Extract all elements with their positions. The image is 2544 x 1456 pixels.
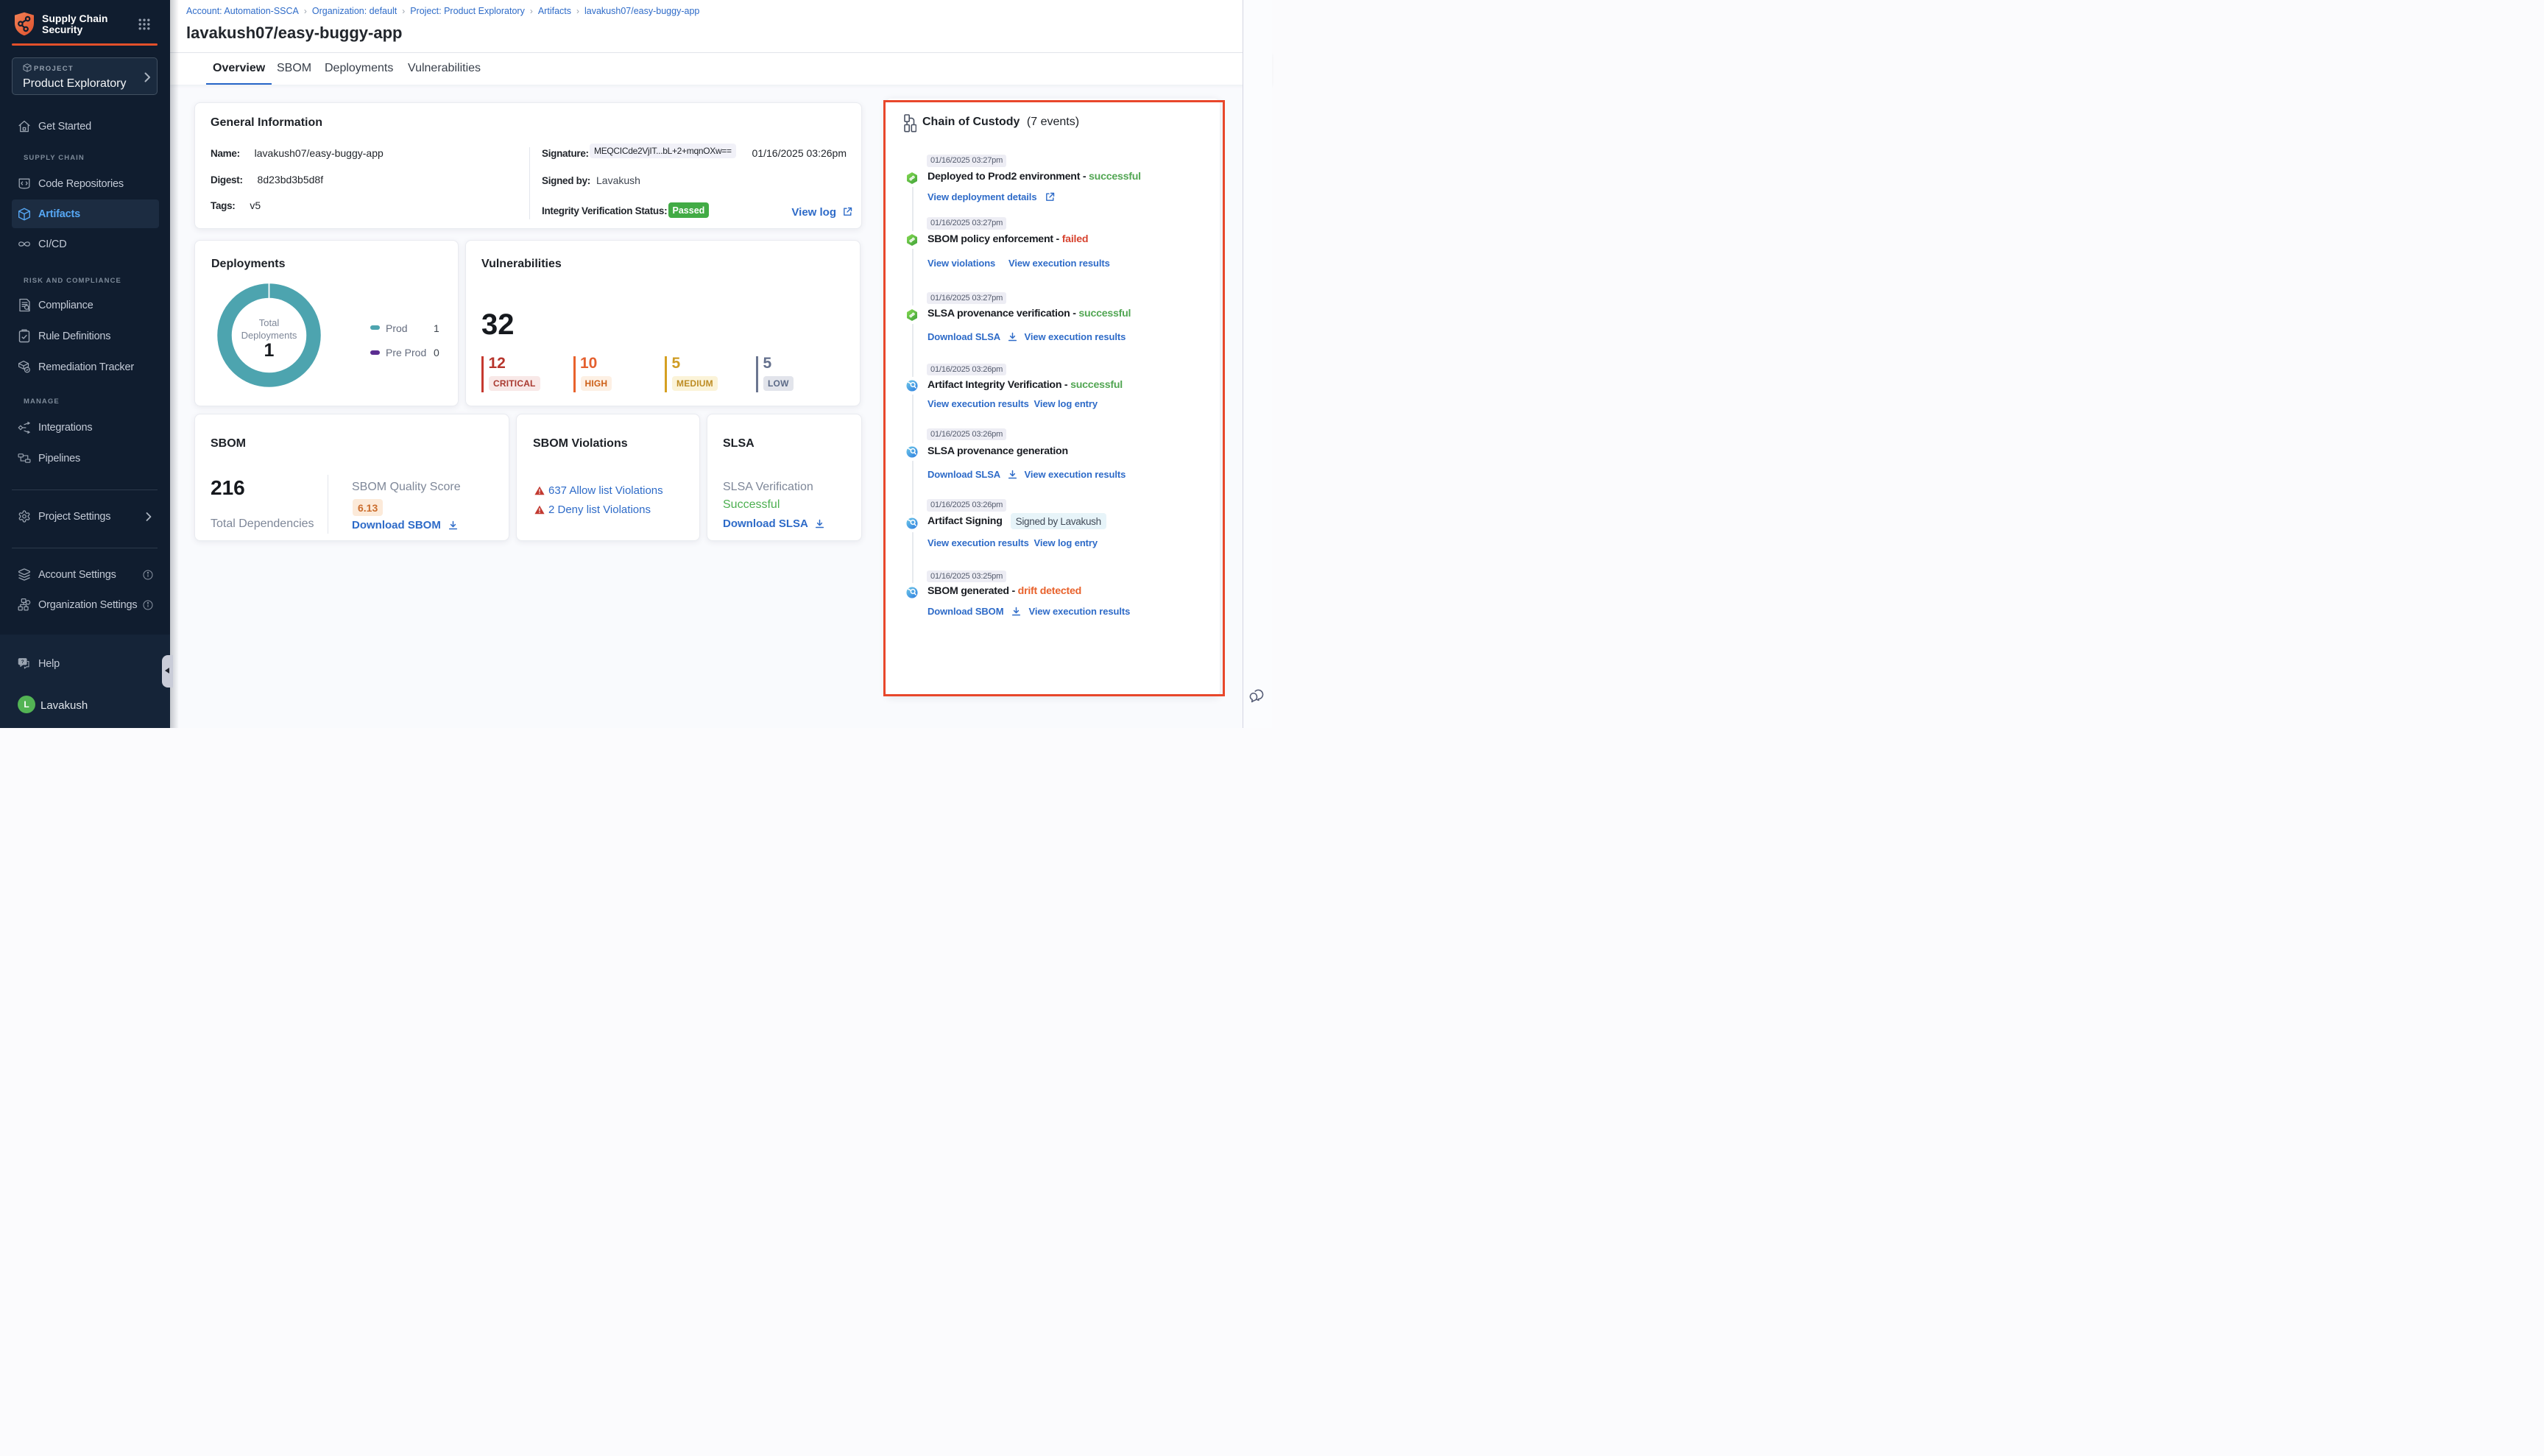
svg-text:?: ? bbox=[21, 660, 24, 665]
